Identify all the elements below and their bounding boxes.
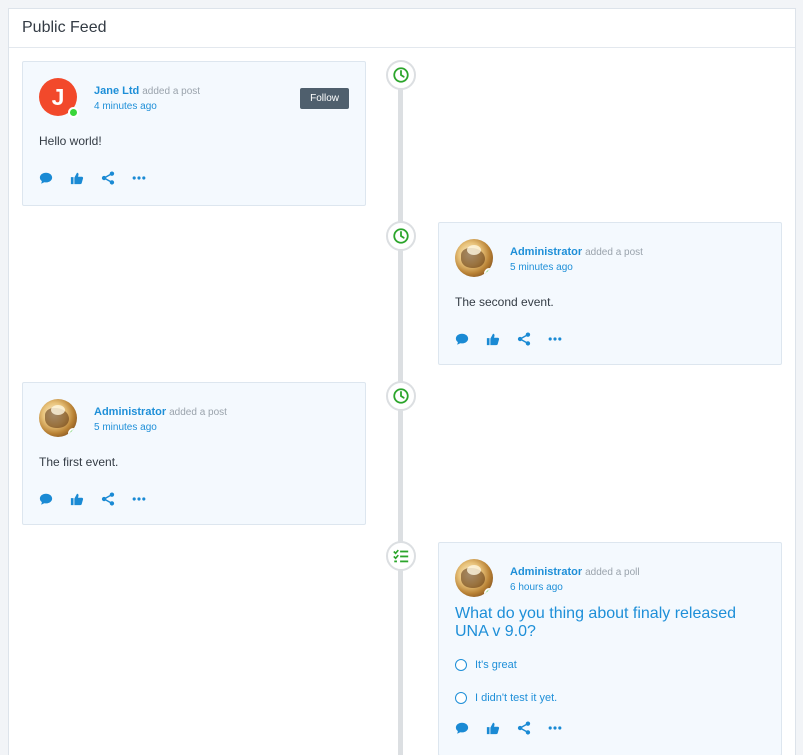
poll-option[interactable]: I didn't test it yet.	[455, 692, 557, 704]
thumbs-up-icon[interactable]	[486, 721, 500, 735]
share-icon[interactable]	[101, 492, 115, 506]
author-link[interactable]: Administrator	[94, 406, 166, 418]
post-action: added a post	[585, 247, 643, 258]
more-icon[interactable]	[548, 721, 562, 735]
post-time[interactable]: 5 minutes ago	[94, 422, 227, 433]
comment-icon[interactable]	[455, 721, 469, 735]
poll-question: What do you thing about finaly released …	[455, 605, 737, 640]
author-link[interactable]: Administrator	[510, 246, 582, 258]
post-card: Administrator added a post 5 minutes ago …	[438, 222, 782, 365]
feed-header: Public Feed	[9, 9, 795, 48]
share-icon[interactable]	[101, 171, 115, 185]
avatar-letter: J	[51, 83, 65, 110]
post-actions	[39, 492, 146, 506]
post-meta: Administrator added a poll 6 hours ago	[510, 565, 640, 593]
poll-card: Administrator added a poll 6 hours ago Wh…	[438, 542, 782, 755]
post-meta: Jane Ltd added a post 4 minutes ago	[94, 84, 200, 112]
post-meta: Administrator added a post 5 minutes ago	[94, 405, 227, 433]
post-actions	[39, 171, 146, 185]
poll-option-label: I didn't test it yet.	[475, 692, 558, 704]
comment-icon[interactable]	[39, 171, 53, 185]
post-action: added a poll	[585, 567, 640, 578]
clock-icon	[386, 221, 416, 251]
thumbs-up-icon[interactable]	[70, 171, 84, 185]
feed-title: Public Feed	[22, 19, 107, 36]
avatar[interactable]: J	[39, 78, 79, 118]
post-action: added a post	[142, 86, 201, 97]
avatar[interactable]	[455, 239, 493, 277]
more-icon[interactable]	[132, 492, 146, 506]
online-indicator	[68, 107, 79, 118]
post-text: The first event.	[39, 455, 119, 469]
radio-button[interactable]	[455, 659, 467, 671]
more-icon[interactable]	[132, 171, 146, 185]
radio-button[interactable]	[455, 692, 467, 704]
post-time[interactable]: 5 minutes ago	[510, 262, 643, 273]
clock-icon	[386, 60, 416, 90]
author-link[interactable]: Jane Ltd	[94, 85, 139, 97]
public-feed: Public Feed J Jane Ltd added a post 4 min…	[8, 8, 796, 755]
comment-icon[interactable]	[455, 332, 469, 346]
post-meta: Administrator added a post 5 minutes ago	[510, 245, 643, 273]
poll-option-label: It's great	[475, 659, 517, 671]
post-action: added a post	[169, 407, 227, 418]
post-time[interactable]: 6 hours ago	[510, 582, 640, 593]
post-text: The second event.	[455, 295, 554, 309]
author-link[interactable]: Administrator	[510, 566, 582, 578]
comment-icon[interactable]	[39, 492, 53, 506]
poll-option[interactable]: It's great	[455, 659, 517, 671]
thumbs-up-icon[interactable]	[486, 332, 500, 346]
thumbs-up-icon[interactable]	[70, 492, 84, 506]
post-card: J Jane Ltd added a post 4 minutes ago Fol…	[22, 61, 366, 206]
share-icon[interactable]	[517, 721, 531, 735]
online-indicator	[484, 588, 493, 597]
post-actions	[455, 721, 562, 735]
post-time[interactable]: 4 minutes ago	[94, 101, 200, 112]
post-text: Hello world!	[39, 134, 102, 148]
follow-button[interactable]: Follow	[300, 88, 349, 109]
avatar[interactable]	[39, 399, 77, 437]
avatar[interactable]	[455, 559, 493, 597]
more-icon[interactable]	[548, 332, 562, 346]
online-indicator	[484, 268, 493, 277]
online-indicator	[68, 428, 77, 437]
timeline-line	[398, 67, 403, 755]
clock-icon	[386, 381, 416, 411]
poll-list-icon	[386, 541, 416, 571]
post-actions	[455, 332, 562, 346]
share-icon[interactable]	[517, 332, 531, 346]
post-card: Administrator added a post 5 minutes ago …	[22, 382, 366, 525]
